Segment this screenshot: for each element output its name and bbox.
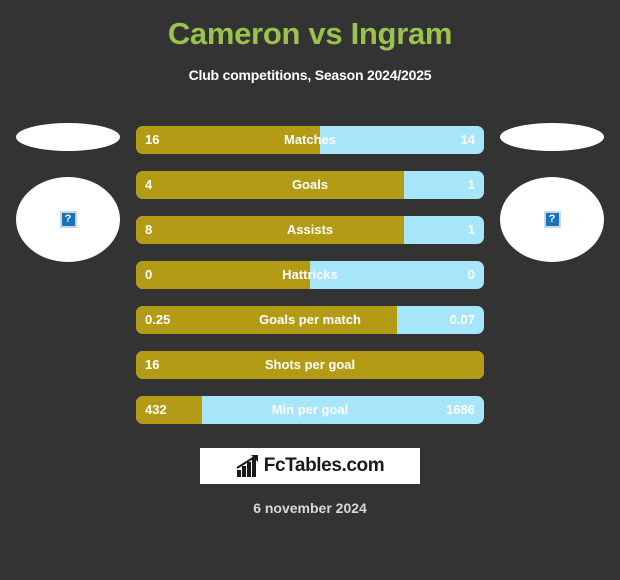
player-photo-left: ?	[8, 115, 128, 265]
player-photo-right: ?	[492, 115, 612, 265]
stat-row: 0 Hattricks 0	[136, 261, 484, 289]
bar-chart-icon	[236, 455, 258, 477]
fctables-logo[interactable]: FcTables.com	[200, 448, 420, 484]
page-title: Cameron vs Ingram	[167, 16, 453, 51]
broken-image-icon: ?	[543, 211, 561, 228]
stat-row: 432 Min per goal 1686	[136, 396, 484, 424]
stat-row: 16 Shots per goal	[136, 351, 484, 379]
stat-label: Min per goal	[271, 402, 349, 417]
stat-row: 16 Matches 14	[136, 126, 484, 154]
stat-label: Goals per match	[259, 312, 361, 327]
photo-glow-ellipse-right	[500, 123, 604, 151]
photo-circle-left: ?	[16, 177, 120, 262]
photo-glow-ellipse-left	[16, 123, 120, 151]
broken-image-icon: ?	[59, 211, 77, 228]
stat-label: Hattricks	[282, 267, 338, 282]
stat-value-away: 14	[460, 132, 475, 147]
stat-value-away: 0.07	[449, 312, 475, 327]
stat-row: 8 Assists 1	[136, 216, 484, 244]
stat-value-away: 1686	[446, 402, 475, 417]
stat-row: 4 Goals 1	[136, 171, 484, 199]
stat-value-away: 1	[467, 222, 475, 237]
logo-text: FcTables.com	[263, 455, 385, 476]
stat-comparison-page: Cameron vs Ingram Club competitions, Sea…	[0, 0, 620, 580]
stat-label: Matches	[283, 132, 337, 147]
stat-label: Assists	[286, 222, 334, 237]
date-label: 6 november 2024	[253, 500, 367, 516]
stat-label: Shots per goal	[264, 357, 356, 372]
photo-circle-right: ?	[500, 177, 604, 262]
page-subtitle: Club competitions, Season 2024/2025	[188, 67, 432, 83]
stat-value-away: 1	[467, 177, 475, 192]
stat-bar-list: 16 Matches 14 4 Goals 1 8 Assists 1 0 Ha…	[136, 126, 484, 441]
stat-label: Goals	[291, 177, 329, 192]
stat-row: 0.25 Goals per match 0.07	[136, 306, 484, 334]
stat-value-away: 0	[467, 267, 475, 282]
